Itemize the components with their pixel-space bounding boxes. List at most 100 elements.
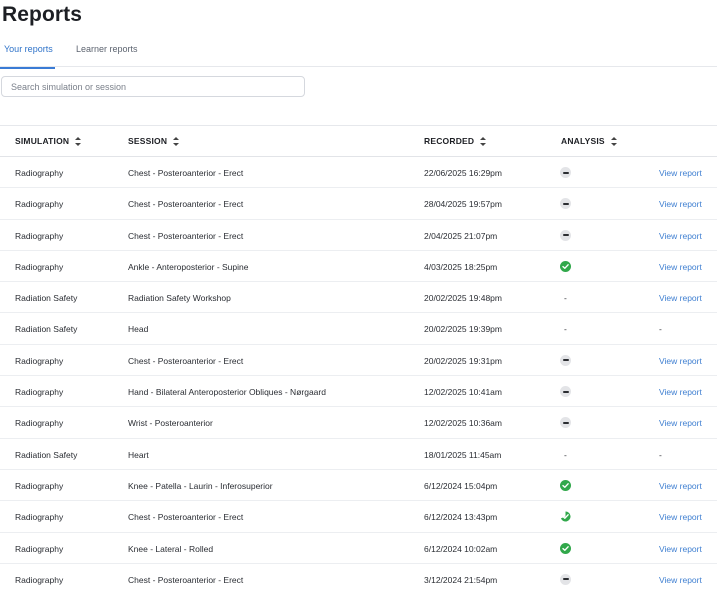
table-row: Radiography Chest - Posteroanterior - Er… bbox=[0, 188, 717, 220]
recorded-cell: 20/02/2025 19:48pm bbox=[424, 293, 502, 304]
recorded-cell: 6/12/2024 10:02am bbox=[424, 543, 498, 554]
analysis-empty: - bbox=[564, 449, 567, 460]
session-cell: Head bbox=[128, 324, 149, 335]
view-report-link[interactable]: View report bbox=[659, 575, 702, 585]
simulation-cell: Radiography bbox=[15, 574, 64, 585]
table-row: Radiography Wrist - Posteroanterior 12/0… bbox=[0, 407, 717, 439]
column-header-label: SIMULATION bbox=[15, 136, 70, 146]
simulation-cell: Radiography bbox=[15, 355, 64, 366]
simulation-cell: Radiation Safety bbox=[15, 293, 78, 304]
simulation-cell: Radiation Safety bbox=[15, 449, 78, 460]
simulation-cell: Radiography bbox=[15, 480, 64, 491]
column-header-simulation[interactable]: SIMULATION bbox=[15, 136, 82, 146]
column-header-recorded[interactable]: RECORDED bbox=[424, 136, 487, 146]
check-icon bbox=[560, 479, 571, 491]
check-icon bbox=[560, 542, 571, 554]
not-analysed-icon bbox=[560, 573, 571, 585]
recorded-cell: 3/12/2024 21:54pm bbox=[424, 574, 498, 585]
column-header-label: RECORDED bbox=[424, 136, 475, 146]
view-report-link[interactable]: View report bbox=[659, 199, 702, 209]
not-analysed-icon bbox=[560, 198, 571, 210]
analysis-cell: - bbox=[560, 323, 572, 335]
table-row: Radiography Chest - Posteroanterior - Er… bbox=[0, 220, 717, 251]
analysis-cell bbox=[560, 479, 572, 492]
recorded-cell: 12/02/2025 10:36am bbox=[424, 418, 502, 429]
analysis-cell: - bbox=[560, 292, 572, 304]
view-report-link[interactable]: View report bbox=[659, 481, 702, 491]
session-cell: Radiation Safety Workshop bbox=[128, 293, 231, 304]
column-header-label: ANALYSIS bbox=[561, 136, 605, 146]
table-row: Radiography Knee - Patella - Laurin - In… bbox=[0, 470, 717, 502]
simulation-cell: Radiography bbox=[15, 387, 64, 398]
view-report-link[interactable]: View report bbox=[659, 293, 702, 303]
table-row: Radiography Chest - Posteroanterior - Er… bbox=[0, 501, 717, 533]
table-row: Radiography Ankle - Anteroposterior - Su… bbox=[0, 251, 717, 283]
session-cell: Chest - Posteroanterior - Erect bbox=[128, 574, 244, 585]
tab-your-reports[interactable]: Your reports bbox=[0, 44, 55, 69]
view-report-link[interactable]: View report bbox=[659, 231, 702, 241]
simulation-cell: Radiography bbox=[15, 418, 64, 429]
analysis-empty: - bbox=[564, 293, 567, 304]
simulation-cell: Radiography bbox=[15, 199, 64, 210]
view-report-link[interactable]: View report bbox=[659, 418, 702, 428]
sort-icon bbox=[480, 136, 487, 146]
analysis-cell bbox=[560, 198, 572, 210]
recorded-cell: 2/04/2025 21:07pm bbox=[424, 230, 498, 241]
view-report-link[interactable]: View report bbox=[659, 262, 702, 272]
analysis-empty: - bbox=[564, 324, 567, 335]
check-icon bbox=[560, 260, 571, 272]
session-cell: Wrist - Posteroanterior bbox=[128, 418, 213, 429]
recorded-cell: 22/06/2025 16:29pm bbox=[424, 168, 502, 178]
table-header: SIMULATION SESSION RECORDED ANALYSIS bbox=[0, 126, 717, 157]
recorded-cell: 12/02/2025 10:41am bbox=[424, 387, 502, 398]
action-empty: - bbox=[659, 449, 662, 460]
not-analysed-icon bbox=[560, 354, 571, 366]
sort-icon bbox=[173, 136, 180, 146]
view-report-link[interactable]: View report bbox=[659, 544, 702, 554]
recorded-cell: 6/12/2024 15:04pm bbox=[424, 480, 498, 491]
sort-icon bbox=[75, 136, 82, 146]
view-report-link[interactable]: View report bbox=[659, 387, 702, 397]
table-row: Radiography Chest - Posteroanterior - Er… bbox=[0, 345, 717, 377]
table-row: Radiography Chest - Posteroanterior - Er… bbox=[0, 564, 717, 591]
column-header-analysis[interactable]: ANALYSIS bbox=[561, 136, 617, 146]
column-header-session[interactable]: SESSION bbox=[128, 136, 180, 146]
table-body: Radiography Chest - Posteroanterior - Er… bbox=[0, 157, 717, 591]
recorded-cell: 18/01/2025 11:45am bbox=[424, 449, 502, 460]
analysis-cell bbox=[560, 260, 572, 273]
not-analysed-icon bbox=[560, 229, 571, 241]
session-cell: Ankle - Anteroposterior - Supine bbox=[128, 261, 249, 272]
table-row: Radiation Safety Heart 18/01/2025 11:45a… bbox=[0, 439, 717, 470]
session-cell: Chest - Posteroanterior - Erect bbox=[128, 355, 244, 366]
session-cell: Hand - Bilateral Anteroposterior Oblique… bbox=[128, 387, 326, 398]
simulation-cell: Radiography bbox=[15, 512, 64, 523]
simulation-cell: Radiation Safety bbox=[15, 324, 78, 335]
view-report-link[interactable]: View report bbox=[659, 356, 702, 366]
analysis-cell bbox=[560, 511, 572, 523]
table-row: Radiography Chest - Posteroanterior - Er… bbox=[0, 157, 717, 189]
table-row: Radiation Safety Radiation Safety Worksh… bbox=[0, 282, 717, 314]
simulation-cell: Radiography bbox=[15, 543, 64, 554]
simulation-cell: Radiography bbox=[15, 168, 64, 178]
page-title: Reports bbox=[2, 3, 83, 26]
not-analysed-icon bbox=[560, 386, 571, 398]
action-empty: - bbox=[659, 324, 662, 335]
recorded-cell: 4/03/2025 18:25pm bbox=[424, 261, 498, 272]
recorded-cell: 20/02/2025 19:31pm bbox=[424, 355, 502, 366]
view-report-link[interactable]: View report bbox=[659, 168, 702, 178]
simulation-cell: Radiography bbox=[15, 230, 64, 241]
session-cell: Chest - Posteroanterior - Erect bbox=[128, 168, 244, 178]
reports-page: Reports Your reports Learner reports SIM… bbox=[0, 0, 717, 591]
session-cell: Chest - Posteroanterior - Erect bbox=[128, 199, 244, 210]
recorded-cell: 20/02/2025 19:39pm bbox=[424, 324, 502, 335]
tab-learner-reports[interactable]: Learner reports bbox=[76, 44, 138, 67]
view-report-link[interactable]: View report bbox=[659, 512, 702, 522]
session-cell: Knee - Lateral - Rolled bbox=[128, 543, 214, 554]
table-row: Radiation Safety Head 20/02/2025 19:39pm… bbox=[0, 313, 717, 345]
analysis-cell bbox=[560, 229, 572, 242]
partial-check-icon bbox=[560, 511, 571, 522]
session-cell: Knee - Patella - Laurin - Inferosuperior bbox=[128, 480, 273, 491]
search-input[interactable] bbox=[1, 76, 305, 97]
analysis-cell bbox=[560, 573, 572, 586]
analysis-cell: - bbox=[560, 449, 572, 461]
